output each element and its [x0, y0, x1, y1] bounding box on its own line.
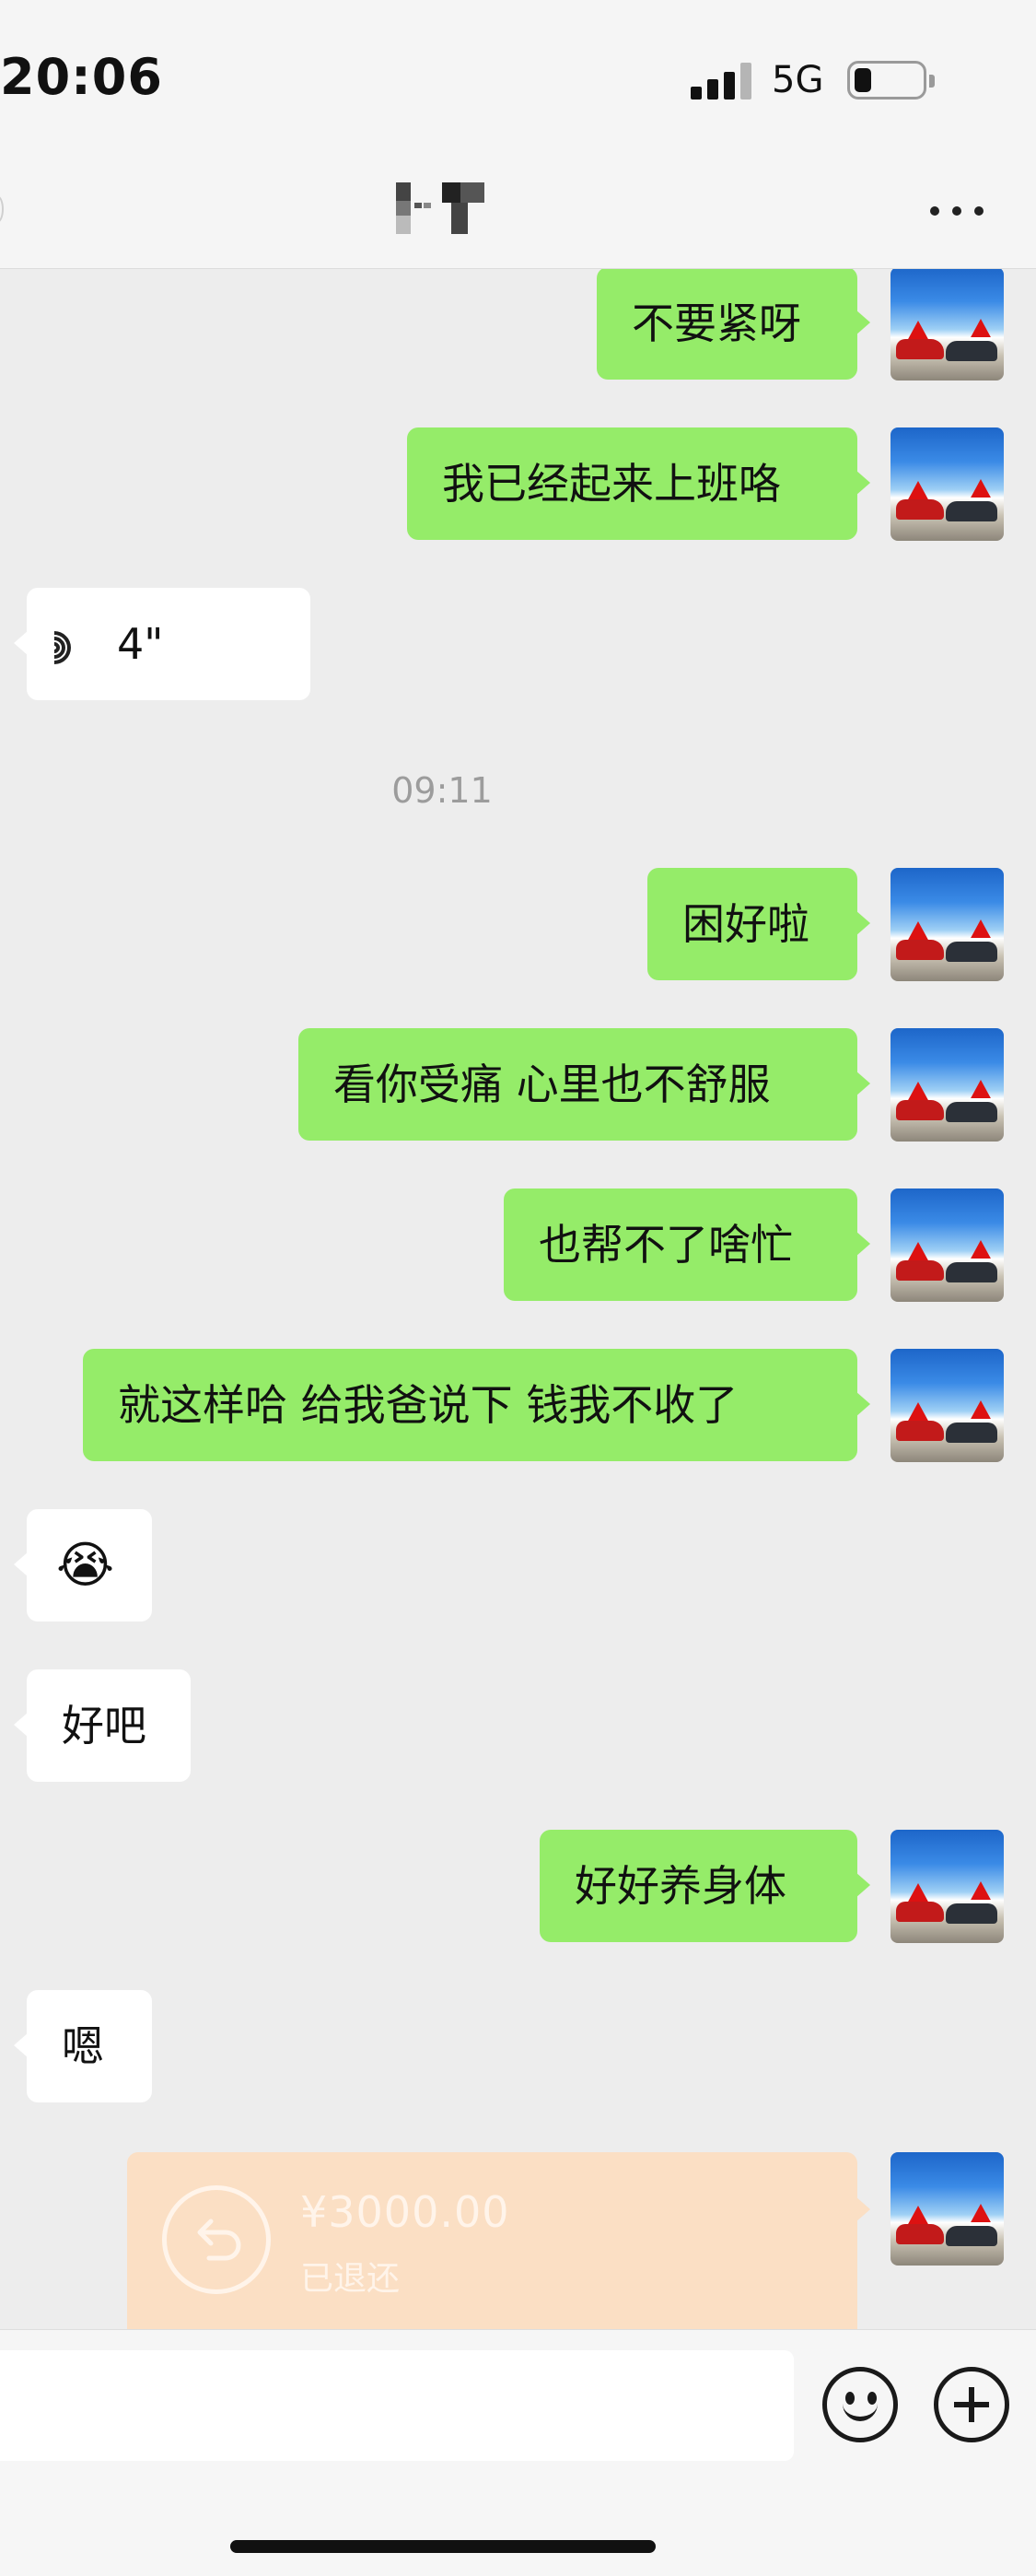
- my-avatar[interactable]: [890, 269, 1004, 381]
- message-bubble[interactable]: 看你受痛 心里也不舒服: [298, 1028, 870, 1141]
- my-avatar[interactable]: [890, 868, 1004, 981]
- network-label: 5G: [772, 59, 824, 101]
- transfer-amount: ¥3000.00: [300, 2187, 510, 2237]
- home-indicator[interactable]: [230, 2540, 656, 2553]
- message-bubble[interactable]: 好吧: [14, 1669, 191, 1782]
- more-functions-button[interactable]: [934, 2367, 1009, 2442]
- more-options-icon[interactable]: [930, 206, 985, 217]
- crying-emoji-message[interactable]: 😭: [14, 1509, 152, 1622]
- message-list[interactable]: 不要紧呀 我已经起来上班咯 4" 09:11 困好啦 看你受痛 心里也不舒服 也…: [0, 269, 1036, 2329]
- message-input[interactable]: [0, 2350, 794, 2461]
- message-bubble[interactable]: 我已经起来上班咯: [407, 427, 870, 540]
- message-bubble[interactable]: 嗯: [14, 1990, 152, 2102]
- message-bubble[interactable]: 也帮不了啥忙: [504, 1188, 870, 1301]
- voice-message-bubble[interactable]: 4": [14, 588, 310, 700]
- chat-header: [0, 157, 1036, 269]
- message-bubble[interactable]: 好好养身体: [540, 1830, 870, 1942]
- emoji-button[interactable]: [822, 2367, 898, 2442]
- transfer-status: 已退还: [300, 2260, 401, 2298]
- my-avatar[interactable]: [890, 1028, 1004, 1142]
- voice-duration: 4": [117, 619, 164, 669]
- message-bubble[interactable]: 困好啦: [647, 868, 870, 980]
- contact-name-pixelated[interactable]: [396, 182, 484, 234]
- message-bubble[interactable]: 就这样哈 给我爸说下 钱我不收了: [83, 1349, 870, 1461]
- my-avatar[interactable]: [890, 1830, 1004, 1943]
- back-icon[interactable]: [0, 195, 4, 223]
- my-avatar[interactable]: [890, 1349, 1004, 1462]
- refund-arrow-icon: [162, 2185, 271, 2294]
- status-bar: 20:06 5G: [0, 0, 1036, 157]
- transfer-card[interactable]: ¥3000.00 已退还: [127, 2152, 870, 2329]
- my-avatar[interactable]: [890, 1188, 1004, 1302]
- status-time: 20:06: [0, 48, 163, 106]
- my-avatar[interactable]: [890, 2152, 1004, 2266]
- message-timestamp: 09:11: [391, 770, 493, 811]
- input-bar: [0, 2329, 1036, 2576]
- my-avatar[interactable]: [890, 427, 1004, 541]
- battery-icon: [847, 61, 935, 100]
- voice-wave-icon: [30, 624, 97, 671]
- signal-icon: [691, 61, 753, 100]
- message-bubble[interactable]: 不要紧呀: [597, 269, 870, 380]
